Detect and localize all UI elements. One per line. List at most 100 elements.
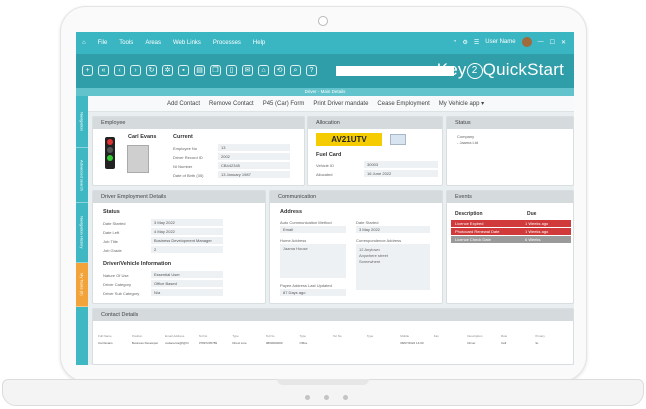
traffic-light-icon: [105, 137, 115, 169]
side-panel: Navigation Advanced search Navigation Hi…: [76, 96, 88, 365]
user-name[interactable]: User Name: [485, 39, 515, 45]
status-panel: Status Company - Jaama Ltd: [446, 116, 574, 186]
communication-header: Communication: [270, 191, 442, 203]
menu-processes[interactable]: Processes: [213, 40, 241, 46]
menu-help[interactable]: Help: [253, 40, 265, 46]
events-col-description: Description: [455, 211, 483, 217]
ni-number-value: CB442345: [218, 162, 290, 169]
cease-employment-button[interactable]: Cease Employment: [377, 101, 429, 107]
email-icon[interactable]: ✉: [242, 65, 253, 76]
page-title: Driver - Main Details: [76, 88, 574, 96]
add-contact-button[interactable]: Add Contact: [167, 101, 200, 107]
field-label: Payee Address Last Updated: [280, 283, 332, 288]
employee-name: Carl Evans: [128, 134, 157, 140]
gear-icon[interactable]: ⚙: [462, 39, 467, 46]
employee-status: Current: [173, 134, 193, 140]
contact-table-header: Full Name Position Email Address Tel No Type…: [98, 334, 545, 338]
address-title: Address: [280, 209, 303, 215]
field-label: Date Started: [103, 221, 126, 226]
comm-date-started-value: 3 May 2022: [356, 226, 430, 233]
refresh-icon[interactable]: ↻: [146, 65, 157, 76]
field-label: Driver Record ID: [173, 155, 203, 160]
help-icon[interactable]: ?: [306, 65, 317, 76]
vehicle-id-value: 30003: [364, 161, 438, 168]
field-label: Nature Of Use: [103, 273, 129, 278]
event-row[interactable]: Photocard Renewal Date 1 Weeks ago: [451, 228, 571, 235]
bell-icon[interactable]: ◔: [453, 39, 457, 45]
menu-bar: ⌂ File Tools Areas Web Links Processes H…: [76, 32, 574, 54]
registration-plate[interactable]: AV21UTV: [316, 133, 382, 146]
action-bar: Add Contact Remove Contact P45 (Car) For…: [88, 96, 574, 112]
remove-contact-button[interactable]: Remove Contact: [209, 101, 254, 107]
event-row[interactable]: Licence Check Date 6 Weeks: [451, 236, 571, 243]
home-icon[interactable]: ⌂: [82, 40, 86, 46]
print-icon[interactable]: ▤: [194, 65, 205, 76]
field-label: Driver Sub Category: [103, 291, 140, 296]
communication-panel: Communication Address Auto Communication…: [269, 190, 443, 304]
toolbar-icons: + « ‹ › ↻ ✲ ▪ ▤ ❐ ▯ ✉ ⌂ ⟲ ⌕ ?: [82, 65, 317, 76]
field-label: Job Grade: [103, 248, 122, 253]
toolbar: + « ‹ › ↻ ✲ ▪ ▤ ❐ ▯ ✉ ⌂ ⟲ ⌕ ? Key 2 QuickS…: [76, 54, 574, 88]
history-icon[interactable]: ⟲: [274, 65, 285, 76]
menu-right: ◔ ⚙ ☰ User Name — ☐ ✕: [453, 37, 566, 47]
driver-photo: [127, 145, 149, 173]
job-title-value: Business Development Manager: [151, 237, 223, 244]
date-left-value: 4 May 2022: [151, 228, 223, 235]
events-col-due: Due: [527, 211, 537, 217]
job-grade-value: 2: [151, 246, 223, 253]
employee-panel: Employee Carl Evans Current Employee No …: [92, 116, 305, 186]
field-label: Correspondence Address: [356, 238, 402, 243]
tab-navigation-history[interactable]: Navigation History: [76, 203, 88, 263]
avatar[interactable]: [521, 37, 532, 47]
menu-tools[interactable]: Tools: [119, 40, 133, 46]
first-icon[interactable]: «: [98, 65, 109, 76]
copy-icon[interactable]: ❐: [210, 65, 221, 76]
p45-form-button[interactable]: P45 (Car) Form: [263, 101, 305, 107]
table-row[interactable]: Carl Evans Business Developer cudanerva@f@…: [98, 341, 568, 345]
save-icon[interactable]: ▪: [178, 65, 189, 76]
vehicle-icon: [390, 134, 406, 145]
search-icon[interactable]: ⌕: [290, 65, 301, 76]
field-label: NI Number: [173, 164, 193, 169]
field-label: Date of Birth (35): [173, 173, 204, 178]
tab-navigation[interactable]: Navigation: [76, 96, 88, 148]
fuel-card-title: Fuel Card: [316, 152, 342, 158]
menu-file[interactable]: File: [98, 40, 108, 46]
vehicle-app-dropdown[interactable]: My Vehicle app ▾: [439, 100, 484, 107]
close-icon[interactable]: ✕: [561, 39, 566, 46]
allocation-header: Allocation: [308, 117, 442, 129]
driver-record-value: 2002: [218, 153, 290, 160]
field-label: Home Address: [280, 238, 307, 243]
status-item: - Jaama Ltd: [457, 140, 479, 145]
maximize-icon[interactable]: ☐: [550, 39, 555, 46]
settings-icon[interactable]: ✲: [162, 65, 173, 76]
field-label: Allocated: [316, 172, 333, 177]
new-icon[interactable]: +: [82, 65, 93, 76]
prev-icon[interactable]: ‹: [114, 65, 125, 76]
attach-icon[interactable]: ⌂: [258, 65, 269, 76]
events-header: Events: [447, 191, 573, 203]
laptop-notch: [277, 379, 369, 385]
driver-category-value: Office Based: [151, 280, 223, 287]
menu-areas[interactable]: Areas: [145, 40, 161, 46]
driver-sub-category-value: N/a: [151, 289, 223, 296]
field-label: Auto Communication Method: [280, 220, 332, 225]
trackpad-dots: [305, 395, 348, 400]
print-mandate-button[interactable]: Print Driver mandate: [313, 101, 368, 107]
home-address-box: Jaama House: [280, 244, 346, 278]
field-label: Vehicle ID: [316, 163, 335, 168]
list-icon[interactable]: ☰: [474, 39, 479, 46]
events-panel: Events Description Due Licence Expired 1 …: [446, 190, 574, 304]
contact-header: Contact Details: [93, 309, 573, 321]
event-row[interactable]: Licence Expired 1 Weeks ago: [451, 220, 571, 227]
dob-value: 13 January 1987: [218, 171, 290, 178]
tab-my-tasks[interactable]: My Tasks (0): [76, 263, 88, 307]
next-icon[interactable]: ›: [130, 65, 141, 76]
menu-web-links[interactable]: Web Links: [173, 40, 201, 46]
mobile-icon[interactable]: ▯: [226, 65, 237, 76]
nature-of-use-value: Essential User: [151, 271, 223, 278]
tab-advanced-search[interactable]: Advanced search: [76, 148, 88, 203]
field-label: Date Started: [356, 220, 379, 225]
minimize-icon[interactable]: —: [538, 39, 544, 45]
vehicle-info-title: Driver/Vehicle Information: [103, 261, 172, 267]
